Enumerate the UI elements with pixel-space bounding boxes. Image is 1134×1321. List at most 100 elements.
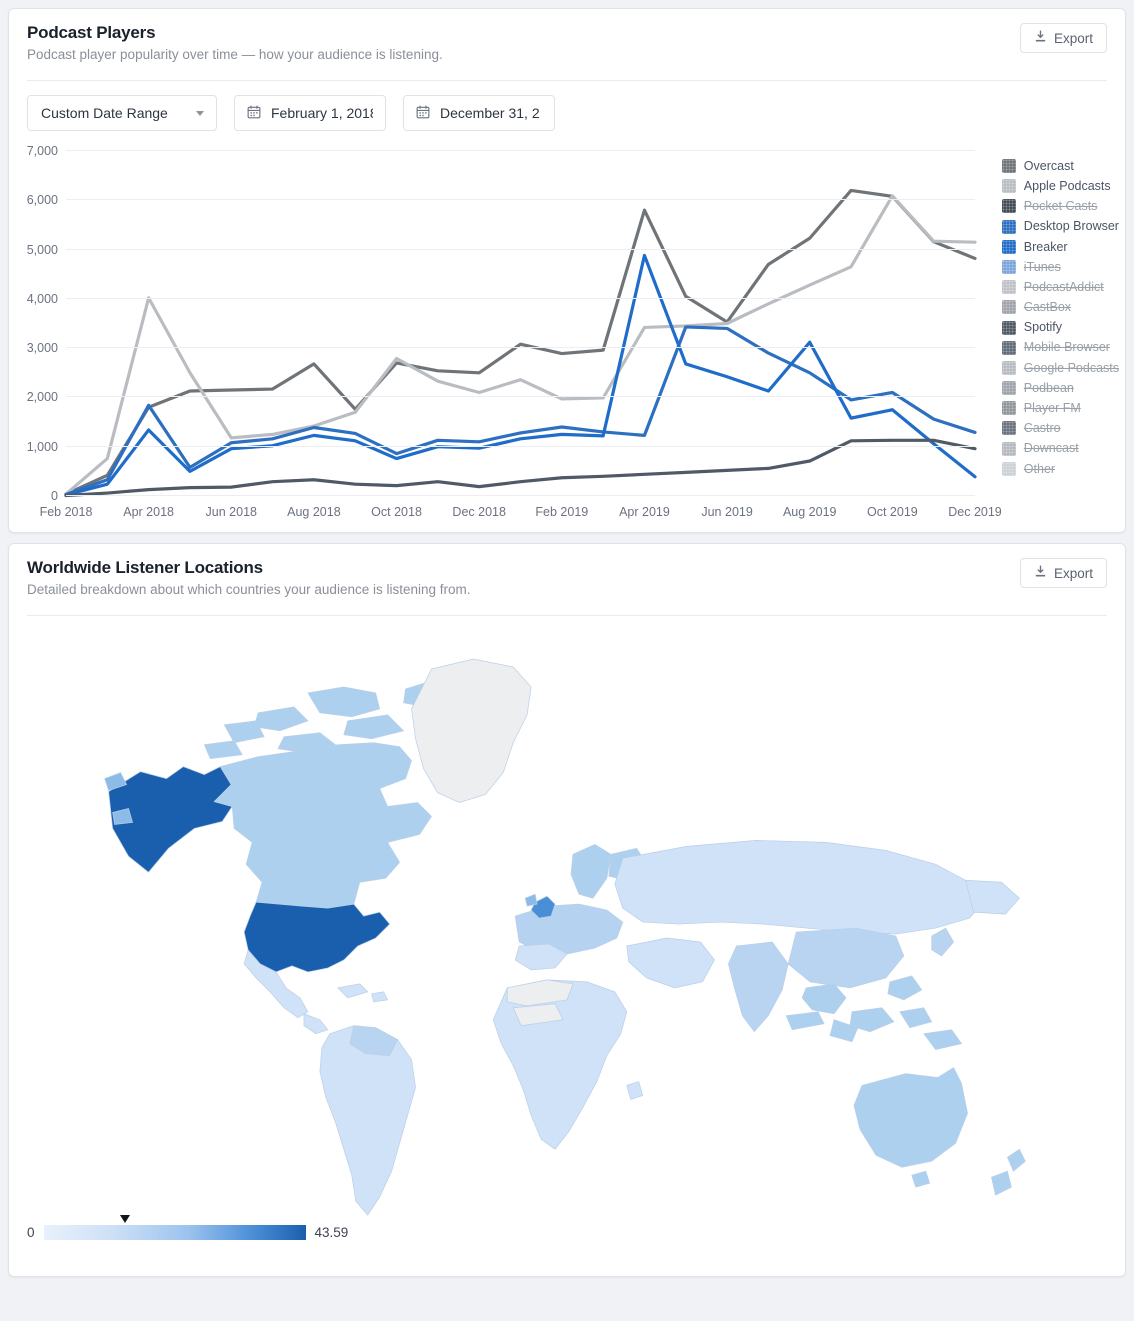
country-region	[343, 714, 405, 740]
start-date-input[interactable]: February 1, 2018	[234, 95, 386, 131]
legend-item-other[interactable]: Other	[1001, 461, 1119, 476]
page-title: Podcast Players	[27, 23, 156, 42]
download-icon	[1034, 30, 1047, 46]
map-graphic[interactable]	[9, 616, 1125, 1276]
legend-item-overcast[interactable]: Overcast	[1001, 158, 1119, 173]
legend-swatch-icon	[1001, 159, 1016, 173]
country-region	[570, 843, 612, 899]
page-subtitle: Podcast player popularity over time — ho…	[27, 47, 443, 62]
legend-swatch-icon	[1001, 280, 1016, 295]
country-region	[991, 1170, 1012, 1196]
legend-item-google-podcasts[interactable]: Google Podcasts	[1001, 360, 1119, 375]
country-region	[371, 991, 389, 1003]
x-axis-tick-label: Aug 2018	[287, 505, 341, 519]
chevron-down-icon	[196, 111, 204, 116]
country-region	[223, 720, 265, 744]
country-region	[303, 1013, 329, 1035]
country-region	[911, 1170, 931, 1188]
podcast-players-header: Podcast Players Podcast player popularit…	[9, 9, 1125, 72]
x-axis-tick-label: Apr 2018	[123, 505, 174, 519]
legend-item-apple-podcasts[interactable]: Apple Podcasts	[1001, 178, 1119, 194]
legend-swatch-icon	[1001, 441, 1016, 456]
legend-swatch-icon	[1001, 320, 1016, 335]
legend-item-podbean[interactable]: Podbean	[1001, 381, 1119, 396]
export-map-button[interactable]: Export	[1019, 558, 1107, 588]
scale-min-label: 0	[27, 1225, 35, 1240]
x-axis-tick-label: Feb 2019	[535, 505, 589, 519]
y-axis-tick-label: 4,000	[26, 291, 58, 306]
legend-item-mobile-browser[interactable]: Mobile Browser	[1001, 340, 1119, 355]
country-region	[785, 1011, 825, 1031]
country-region	[1006, 1148, 1026, 1172]
legend-item-breaker[interactable]: Breaker	[1001, 239, 1119, 254]
export-map-label: Export	[1053, 565, 1093, 581]
country-region	[899, 1007, 933, 1029]
legend-item-downcast[interactable]: Downcast	[1001, 441, 1119, 456]
export-players-button[interactable]: Export	[1019, 23, 1107, 53]
country-region	[923, 1029, 963, 1051]
legend-item-podcastaddict[interactable]: PodcastAddict	[1001, 279, 1119, 295]
legend-item-pocket-casts[interactable]: Pocket Casts	[1001, 199, 1119, 214]
country-region	[492, 979, 628, 1150]
country-region	[787, 927, 905, 989]
legend-item-itunes[interactable]: iTunes	[1001, 259, 1119, 274]
country-region	[524, 893, 538, 907]
legend-item-label: iTunes	[1023, 259, 1061, 274]
chart-gridline	[66, 495, 975, 496]
country-region	[965, 879, 1020, 915]
country-region	[853, 1067, 968, 1168]
date-range-select[interactable]: Custom Date Range	[27, 95, 217, 131]
legend-item-label: Apple Podcasts	[1023, 178, 1111, 193]
listener-locations-header: Worldwide Listener Locations Detailed br…	[9, 544, 1125, 607]
legend-item-spotify[interactable]: Spotify	[1001, 320, 1119, 335]
scale-bar-holder	[43, 1215, 306, 1240]
chart-gridline	[66, 248, 975, 250]
chart-legend: Overcast Apple Podcasts Pocket Casts Deskto…	[1001, 158, 1119, 476]
chart-plot-area: 0 1,000 2,000 3,000 4,000 5,000 6,000 7,000 Feb …	[27, 144, 1002, 519]
map-subtitle: Detailed breakdown about which countries…	[27, 582, 471, 597]
podcast-players-card: Podcast Players Podcast player popularit…	[8, 8, 1126, 533]
chart-gridline	[66, 396, 975, 398]
chart-gridline	[66, 297, 975, 299]
y-axis-tick-label: 1,000	[26, 439, 58, 454]
end-date-value: December 31, 2	[440, 105, 540, 121]
country-region	[801, 983, 847, 1015]
export-players-label: Export	[1053, 30, 1093, 46]
legend-swatch-icon	[1001, 401, 1016, 416]
legend-item-label: Other	[1023, 461, 1056, 476]
legend-item-desktop-browser[interactable]: Desktop Browser	[1001, 219, 1119, 234]
legend-swatch-icon	[1001, 381, 1016, 396]
end-date-input[interactable]: December 31, 2	[403, 95, 555, 131]
legend-item-label: Overcast	[1023, 158, 1074, 173]
legend-swatch-icon	[1001, 421, 1016, 436]
country-region	[337, 983, 369, 999]
date-range-value: Custom Date Range	[41, 105, 168, 121]
country-region	[728, 941, 789, 1033]
legend-swatch-icon	[1001, 340, 1016, 355]
y-axis-tick-label: 3,000	[26, 341, 58, 356]
chart-line-spotify	[66, 440, 975, 495]
legend-swatch-icon	[1001, 461, 1016, 476]
legend-item-castro[interactable]: Castro	[1001, 421, 1119, 436]
country-region	[307, 686, 381, 718]
chart-line-desktop-browser	[66, 327, 975, 495]
legend-item-castbox[interactable]: CastBox	[1001, 300, 1119, 315]
world-choropleth-map[interactable]: United Kingdom Popularity %: 9.34 Downlo…	[9, 616, 1125, 1276]
chart-series-lines	[66, 151, 975, 496]
chart-gridline	[66, 347, 975, 349]
legend-item-label: Google Podcasts	[1023, 360, 1119, 375]
y-axis-tick-label: 0	[51, 489, 58, 503]
legend-swatch-icon	[1001, 179, 1016, 194]
country-region	[213, 742, 432, 913]
map-color-scale: 0 43.59	[27, 1215, 349, 1240]
chart-gridline	[66, 150, 975, 151]
scale-max-label: 43.59	[314, 1225, 349, 1240]
country-region	[626, 937, 715, 989]
legend-item-player-fm[interactable]: Player FM	[1001, 401, 1119, 416]
x-axis-tick-label: Oct 2019	[866, 505, 918, 519]
legend-item-label: CastBox	[1023, 300, 1072, 315]
listener-locations-card: Worldwide Listener Locations Detailed br…	[8, 543, 1126, 1277]
legend-item-label: PodcastAddict	[1023, 279, 1104, 294]
x-axis-tick-label: Apr 2019	[619, 505, 670, 519]
country-region	[253, 706, 309, 732]
